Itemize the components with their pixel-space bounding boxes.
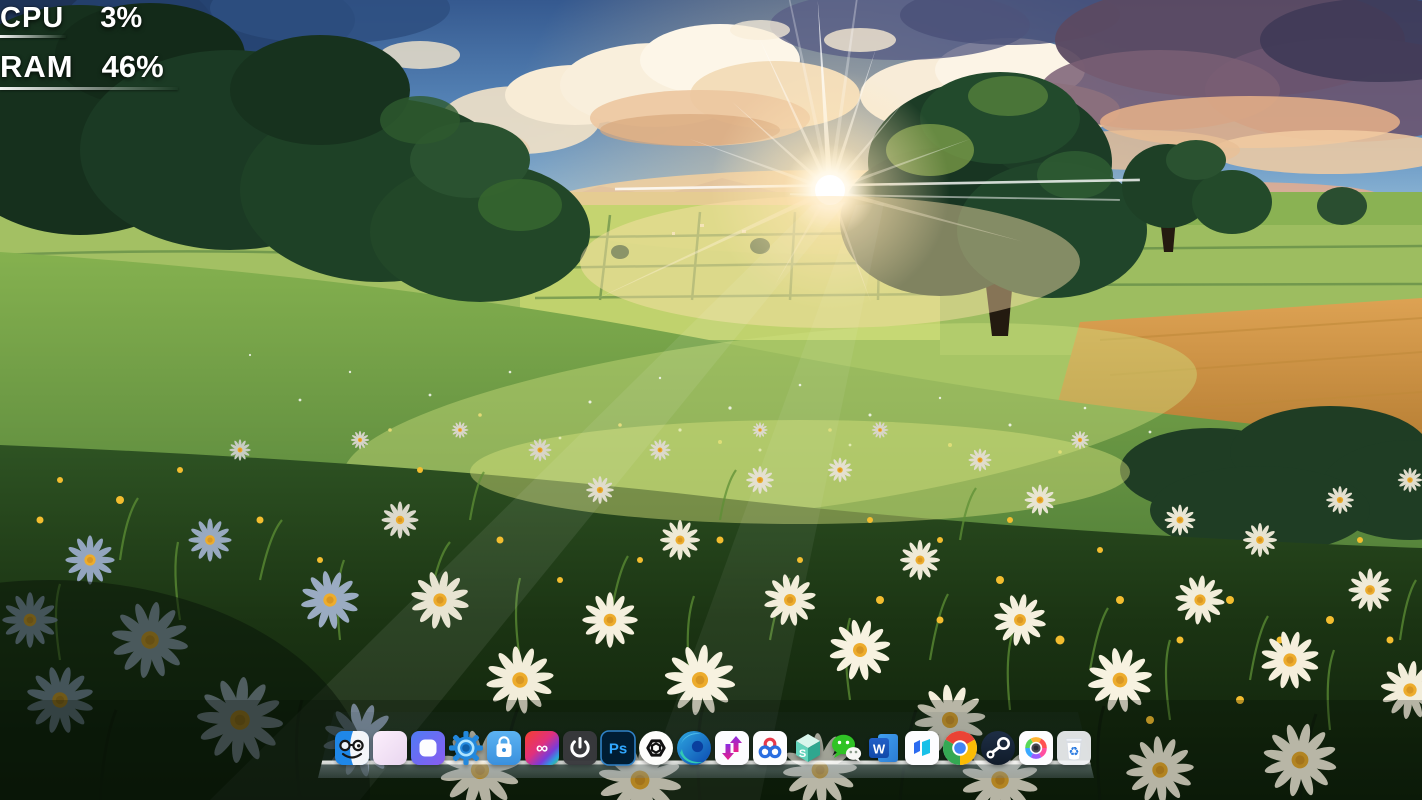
dock-item-chatgpt[interactable] xyxy=(638,730,674,766)
recycle-glyph: ♻ xyxy=(1069,745,1080,759)
photoshop-glyph: Ps xyxy=(609,741,627,758)
word-icon: W xyxy=(866,730,902,766)
dock-item-power[interactable] xyxy=(562,730,598,766)
cpu-value: 3% xyxy=(100,3,142,33)
dock-item-mydockfinder[interactable] xyxy=(334,730,370,766)
dock-item-steam[interactable] xyxy=(980,730,1016,766)
tencent-meeting-icon xyxy=(904,730,940,766)
dock-item-recycle-bin[interactable]: ♻ xyxy=(1056,730,1092,766)
adobe-creative-cloud-icon: ∞ xyxy=(524,730,560,766)
steam-icon xyxy=(980,730,1016,766)
dock-item-file-transfer[interactable] xyxy=(714,730,750,766)
cpu-row: CPU 3% xyxy=(0,3,178,33)
recycle-bin-icon: ♻ xyxy=(1056,730,1092,766)
baidu-netdisk-icon xyxy=(752,730,788,766)
cpu-label: CPU xyxy=(0,3,64,33)
dock-item-settings[interactable] xyxy=(448,730,484,766)
finder-glasses-icon xyxy=(334,730,370,766)
dock: ∞ Ps xyxy=(318,708,1094,778)
dock-item-photoshop[interactable]: Ps xyxy=(600,730,636,766)
desktop: CPU 3% RAM 46% xyxy=(0,0,1422,800)
dock-item-color-wheel[interactable] xyxy=(1018,730,1054,766)
launchpad-icon xyxy=(410,730,446,766)
chrome-icon xyxy=(942,730,978,766)
dock-item-chrome[interactable] xyxy=(942,730,978,766)
dock-item-notes[interactable] xyxy=(372,730,408,766)
edge-icon xyxy=(676,730,712,766)
app-store-bag-icon xyxy=(486,730,522,766)
watt-toolkit-glyph: S xyxy=(799,748,806,760)
color-wheel-icon xyxy=(1018,730,1054,766)
ram-value: 46% xyxy=(102,51,164,84)
cpu-underline xyxy=(0,35,66,38)
transfer-arrows-icon xyxy=(714,730,750,766)
ram-underline xyxy=(0,87,178,90)
dock-item-edge[interactable] xyxy=(676,730,712,766)
watt-toolkit-cube-icon: S xyxy=(790,730,826,766)
dock-item-watt-toolkit[interactable]: S xyxy=(790,730,826,766)
chatgpt-icon xyxy=(638,730,674,766)
dock-item-baidu-netdisk[interactable] xyxy=(752,730,788,766)
adobe-cc-glyph: ∞ xyxy=(536,739,548,758)
notes-icon xyxy=(372,730,408,766)
ram-row: RAM 46% xyxy=(0,51,178,84)
ram-label: RAM xyxy=(0,51,74,84)
word-glyph: W xyxy=(873,742,886,757)
system-monitor: CPU 3% RAM 46% xyxy=(0,3,178,90)
dock-item-wechat[interactable] xyxy=(828,730,864,766)
wechat-icon xyxy=(828,730,864,766)
dock-item-app-store[interactable] xyxy=(486,730,522,766)
photoshop-icon: Ps xyxy=(600,730,636,766)
dock-item-adobe-cc[interactable]: ∞ xyxy=(524,730,560,766)
dock-item-word[interactable]: W xyxy=(866,730,902,766)
dock-item-tencent-meeting[interactable] xyxy=(904,730,940,766)
power-icon xyxy=(562,730,598,766)
settings-gear-icon xyxy=(448,730,484,766)
dock-item-launchpad[interactable] xyxy=(410,730,446,766)
wallpaper-meadow-sunset xyxy=(0,0,1422,800)
dock-row: ∞ Ps xyxy=(334,730,1092,766)
